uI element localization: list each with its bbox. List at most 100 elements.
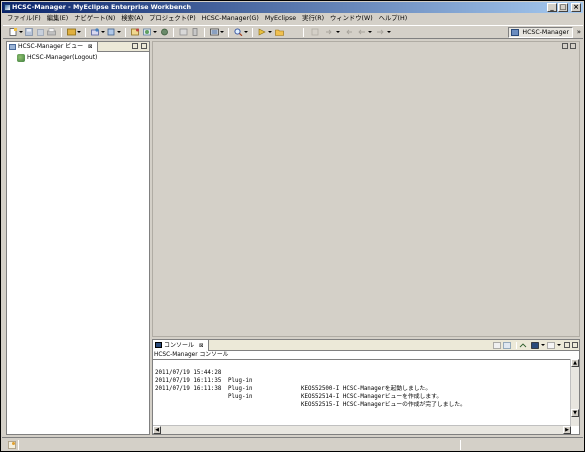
back-icon[interactable]: [357, 28, 366, 36]
view-tab-bar: HCSC-Manager ビュー ⊠: [7, 42, 149, 52]
vertical-scrollbar[interactable]: ▲ ▼: [570, 359, 579, 426]
previous-annotation-icon[interactable]: [344, 28, 353, 36]
status-separator: [18, 440, 19, 450]
tab-close-icon[interactable]: ⊠: [199, 343, 204, 349]
workbench-window: HCSC-Manager - MyEclipse Enterprise Work…: [0, 0, 585, 452]
web-project-dropdown-icon[interactable]: [153, 31, 157, 34]
toolbar-separator: [204, 28, 205, 37]
log-time: 2011/07/19 16:11:38: [155, 386, 222, 392]
hcsc-manager-view: HCSC-Manager ビュー ⊠ HCSC-Manager(Logout): [6, 41, 150, 435]
close-button[interactable]: ×: [571, 3, 581, 12]
scroll-left-icon[interactable]: ◀: [153, 426, 161, 434]
menu-bar: ファイル(F) 編集(E) ナビゲート(N) 検索(A) プロジェクト(P) H…: [4, 14, 410, 24]
back-dropdown-icon[interactable]: [368, 31, 372, 34]
main-toolbar: HCSC-Manager »: [3, 25, 583, 39]
title-bar[interactable]: HCSC-Manager - MyEclipse Enterprise Work…: [2, 2, 583, 13]
console-tab-bar: コンソール ⊠: [153, 340, 579, 351]
maximize-button[interactable]: □: [558, 3, 568, 12]
print-icon[interactable]: [47, 28, 56, 36]
scroll-up-icon[interactable]: ▲: [571, 359, 579, 367]
save-icon[interactable]: [25, 28, 34, 36]
tree-item-hcsc-manager[interactable]: HCSC-Manager(Logout): [15, 54, 97, 62]
menu-search[interactable]: 検索(A): [118, 14, 146, 24]
editor-area: [152, 41, 580, 337]
forward-dropdown-icon[interactable]: [387, 31, 391, 34]
maximize-editor-icon[interactable]: [570, 43, 576, 49]
open-type-dropdown-icon[interactable]: [77, 31, 81, 34]
minimize-editor-icon[interactable]: [562, 43, 568, 49]
log-line: 2011/07/19 16:11:35 Plug-in KEOS52514-I …: [155, 369, 555, 400]
browser-icon[interactable]: [179, 28, 188, 36]
toolbar-separator: [252, 28, 253, 37]
log-line: 2011/07/19 15:44:28 Plug-in KEOS52500-I …: [155, 361, 555, 392]
toolbar-separator: [303, 28, 304, 37]
tab-hcsc-manager-view[interactable]: HCSC-Manager ビュー ⊠: [7, 42, 98, 52]
tab-console[interactable]: コンソール ⊠: [153, 340, 209, 351]
clear-console-icon[interactable]: [493, 342, 501, 349]
pin-console-icon[interactable]: [519, 342, 527, 349]
java-project-icon[interactable]: [131, 28, 140, 36]
deploy-icon[interactable]: [91, 28, 100, 36]
plugin-tree-icon: [17, 54, 25, 62]
annotation-icon[interactable]: [311, 28, 320, 36]
menu-run[interactable]: 実行(R): [299, 14, 327, 24]
toolbar-separator: [85, 28, 86, 37]
fast-view-icon[interactable]: [8, 441, 16, 449]
display-console-dropdown-icon[interactable]: [541, 344, 545, 347]
console-icon: [155, 342, 162, 348]
open-console-icon[interactable]: [547, 342, 555, 349]
console-toolbar-separator: [516, 342, 517, 349]
deploy-dropdown-icon[interactable]: [101, 31, 105, 34]
view-icon: [9, 44, 16, 50]
forward-icon[interactable]: [376, 28, 385, 36]
next-annotation-icon[interactable]: [325, 28, 334, 36]
console-header: HCSC-Manager コンソール: [154, 352, 229, 358]
minimize-view-icon[interactable]: [132, 43, 138, 49]
search-dropdown-icon[interactable]: [244, 31, 248, 34]
menu-navigate[interactable]: ナビゲート(N): [71, 14, 118, 24]
scroll-right-icon[interactable]: ▶: [563, 426, 571, 434]
console-toggle-dropdown-icon[interactable]: [220, 31, 224, 34]
scroll-lock-icon[interactable]: [503, 342, 511, 349]
run-icon[interactable]: [258, 28, 267, 36]
tab-label: コンソール: [164, 342, 195, 349]
menu-window[interactable]: ウィンドウ(W): [327, 14, 376, 24]
web-project-icon[interactable]: [143, 28, 152, 36]
run-dropdown-icon[interactable]: [268, 31, 272, 34]
display-console-icon[interactable]: [531, 342, 539, 349]
new-dropdown-icon[interactable]: [19, 31, 23, 34]
log-source: Plug-in: [228, 386, 253, 392]
console-toggle-icon[interactable]: [210, 28, 219, 36]
server-dropdown-icon[interactable]: [117, 31, 121, 34]
minimize-button[interactable]: _: [547, 3, 557, 12]
maximize-view-icon[interactable]: [141, 43, 147, 49]
menu-edit[interactable]: 編集(E): [44, 14, 72, 24]
open-folder-icon[interactable]: [275, 28, 284, 36]
server-icon[interactable]: [107, 28, 116, 36]
maximize-view-icon[interactable]: [572, 342, 578, 348]
open-type-icon[interactable]: [67, 28, 76, 36]
menu-myeclipse[interactable]: MyEclipse: [262, 14, 299, 24]
search-icon[interactable]: [234, 28, 243, 36]
menu-hcsc-manager[interactable]: HCSC-Manager(G): [199, 14, 262, 24]
settings-icon[interactable]: [191, 28, 200, 36]
save-all-icon[interactable]: [36, 28, 45, 36]
scroll-down-icon[interactable]: ▼: [571, 409, 579, 417]
console-output[interactable]: 2011/07/19 15:44:28 Plug-in KEOS52500-I …: [153, 359, 571, 426]
horizontal-scrollbar[interactable]: ◀ ▶: [153, 425, 571, 434]
minimize-view-icon[interactable]: [564, 342, 570, 348]
log-message: KEOS52514-I HCSC-Managerビューを作成します。: [301, 394, 443, 400]
open-console-dropdown-icon[interactable]: [557, 344, 561, 347]
perspective-switcher-button[interactable]: HCSC-Manager: [508, 27, 573, 38]
toolbar-separator: [173, 28, 174, 37]
toolbar-overflow-icon[interactable]: »: [577, 28, 581, 36]
perspective-label: HCSC-Manager: [522, 29, 569, 36]
menu-file[interactable]: ファイル(F): [4, 14, 44, 24]
tab-close-icon[interactable]: ⊠: [88, 44, 93, 50]
menu-help[interactable]: ヘルプ(H): [376, 14, 411, 24]
menu-project[interactable]: プロジェクト(P): [146, 14, 199, 24]
new-icon[interactable]: [9, 28, 18, 36]
perspective-icon: [511, 29, 520, 36]
next-annotation-dropdown-icon[interactable]: [336, 31, 340, 34]
refresh-icon[interactable]: [160, 28, 169, 36]
